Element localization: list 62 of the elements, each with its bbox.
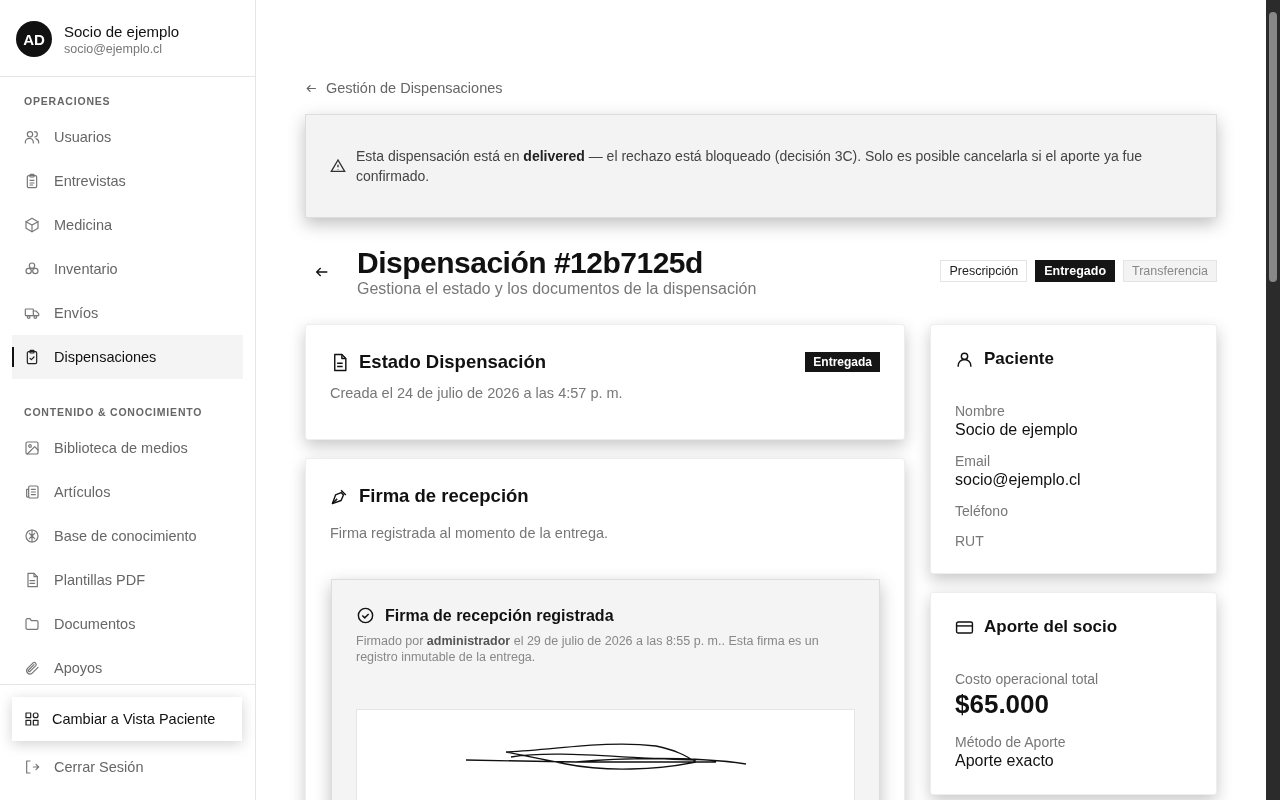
sidebar-item[interactable]: Usuarios [12,115,243,159]
grid-icon [24,711,40,727]
status-step: Entregado [1035,260,1116,282]
image-icon [24,440,40,456]
sidebar-item[interactable]: Base de conocimiento [12,514,243,558]
sidebar-item[interactable]: Artículos [12,470,243,514]
folder-icon [24,616,40,632]
card-title: Firma de recepción [359,485,530,507]
alert-text: Esta dispensación está en delivered — el rechazo está bloqueado (decisión 3C). Solo es posible cancelarla si el aporte ya fue confirmado. [356,147,1144,186]
user-icon [955,349,974,369]
warning-icon [330,158,346,174]
field-label: RUT [955,533,985,549]
panel-title: Firma de recepción registrada [385,606,614,625]
truck-icon [24,305,40,321]
sidebar-item[interactable]: Entrevistas [12,159,243,203]
field-value: socio@ejemplo.cl [955,471,1082,489]
field-value: Aporte exacto [955,752,1055,770]
card-subtitle: Firma registrada al momento de la entrega. [330,525,610,541]
scrollbar[interactable] [1266,0,1280,800]
avatar: AD [16,21,52,57]
field-label: Nombre [955,403,1006,419]
sidebar-item[interactable]: Envíos [12,291,243,335]
total-amount: $65.000 [955,689,1050,720]
users-icon [24,129,40,145]
sidebar-item[interactable]: Biblioteca de medios [12,426,243,470]
card-title: Aporte del socio [984,617,1119,637]
field-label: Método de Aporte [955,734,1067,750]
card-title: Paciente [984,349,1055,369]
logout-icon [24,759,40,775]
newspaper-icon [24,484,40,500]
logout-button[interactable]: Cerrar Sesión [12,745,243,789]
status-step: Prescripción [940,260,1028,282]
user-name: Socio de ejemplo [64,22,180,40]
page-subtitle: Gestiona el estado y los documentos de la dispensación [357,280,758,298]
card-title: Estado Dispensación [359,351,548,373]
clipboard-icon [24,173,40,189]
sidebar-item[interactable]: Apoyos [12,646,243,684]
user-email: socio@ejemplo.cl [64,41,164,56]
field-value: Socio de ejemplo [955,421,1079,439]
circles-icon [24,261,40,277]
paperclip-icon [24,660,40,676]
switch-view-button[interactable]: Cambiar a Vista Paciente [12,697,242,741]
status-badge: Entregada [805,352,880,372]
box-icon [24,217,40,233]
sidebar-item[interactable]: Dispensaciones [12,335,243,379]
document-icon [24,572,40,588]
clipboard-check-icon [24,349,40,365]
created-date: Creada el 24 de julio de 2026 a las 4:57 p. m. [330,385,624,401]
section-title: OPERACIONES [23,94,112,109]
sidebar-item[interactable]: Plantillas PDF [12,558,243,602]
field-label: Costo operacional total [955,671,1100,687]
signature-info: Firmado por administrador el 29 de julio de 2026 a las 8:55 p. m.. Esta firma es un registro inmutable de la entrega. [356,633,820,665]
sidebar-item[interactable]: Medicina [12,203,243,247]
sidebar-item[interactable]: Inventario [12,247,243,291]
status-step: Transferencia [1123,260,1217,282]
section-title: CONTENIDO & CONOCIMIENTO [23,405,204,420]
sidebar-item[interactable]: Documentos [12,602,243,646]
page-title: Dispensación #12b7125d [357,246,704,280]
breadcrumb-link[interactable]: Gestión de Dispensaciones [305,80,503,96]
check-circle-icon [356,606,375,625]
field-label: Email [955,453,991,469]
field-label: Teléfono [955,503,1009,519]
